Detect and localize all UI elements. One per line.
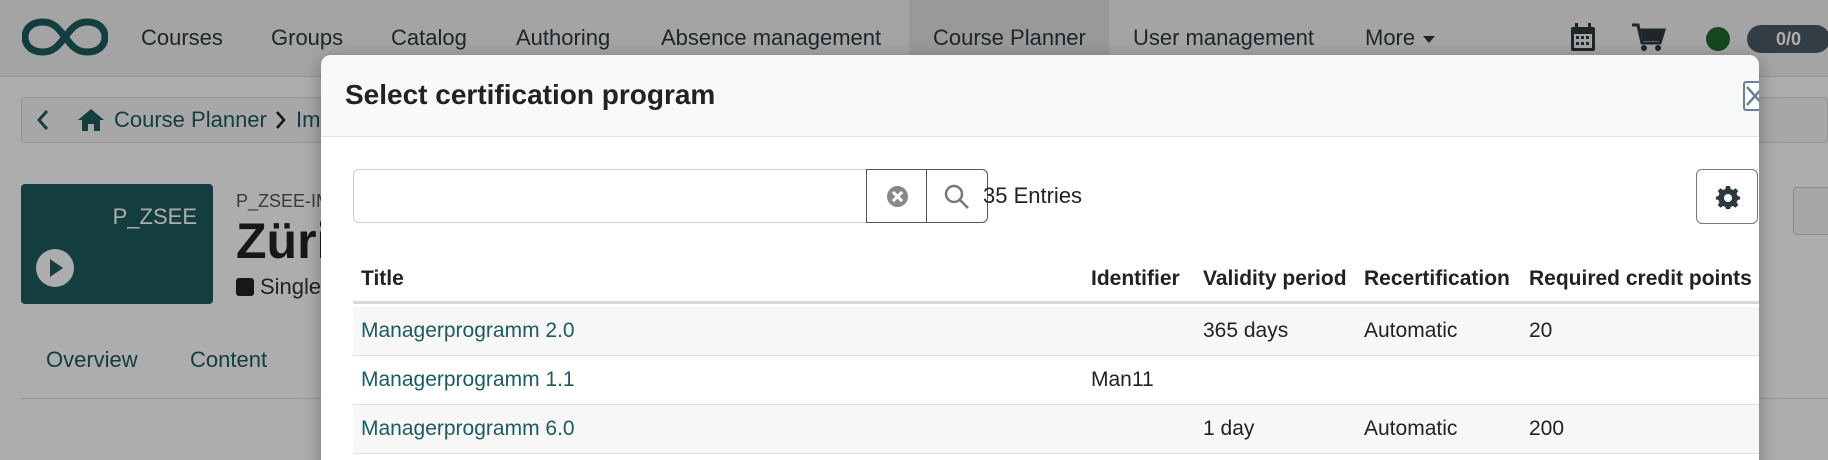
entries-count: 35 Entries <box>983 183 1083 208</box>
search-field <box>353 169 988 223</box>
table-row: Managerprogramm 1.1 Man11 <box>353 356 1759 405</box>
header-title[interactable]: Title <box>361 267 404 291</box>
row-title-link[interactable]: Managerprogramm 1.1 <box>361 368 575 392</box>
select-certification-dialog: Select certification program 35 Entries … <box>321 55 1759 460</box>
row-identifier: Man11 <box>1091 368 1154 391</box>
modal-title: Select certification program <box>345 79 716 110</box>
close-button[interactable] <box>1743 81 1759 111</box>
table-header: Title Identifier Validity period Recerti… <box>353 255 1759 304</box>
search-input[interactable] <box>354 170 864 222</box>
table-row: Managerprogramm 6.0 1 day Automatic 200 <box>353 405 1759 454</box>
row-title-link[interactable]: Managerprogramm 6.0 <box>361 417 575 441</box>
row-credit-points: 20 <box>1529 319 1553 342</box>
clear-search-button[interactable] <box>866 169 927 223</box>
row-credit-points: 200 <box>1529 417 1565 440</box>
row-title-link[interactable]: Managerprogramm 2.0 <box>361 319 575 343</box>
table-row: Managerprogramm 2.0 365 days Automatic 2… <box>353 307 1759 356</box>
header-recertification[interactable]: Recertification <box>1364 267 1510 291</box>
row-validity-period: 1 day <box>1203 417 1255 440</box>
header-required-credit-points[interactable]: Required credit points <box>1529 267 1752 291</box>
close-icon <box>1746 86 1759 106</box>
clear-search-icon <box>887 186 908 207</box>
row-recertification: Automatic <box>1364 319 1458 342</box>
header-identifier[interactable]: Identifier <box>1091 267 1180 291</box>
row-validity-period: 365 days <box>1203 319 1289 342</box>
search-button[interactable] <box>927 169 988 223</box>
gear-icon <box>1716 186 1740 209</box>
table-settings-button[interactable] <box>1696 169 1758 224</box>
modal-header: Select certification program <box>321 55 1759 137</box>
row-recertification: Automatic <box>1364 417 1458 440</box>
search-icon <box>944 184 969 209</box>
header-validity-period[interactable]: Validity period <box>1203 267 1347 291</box>
